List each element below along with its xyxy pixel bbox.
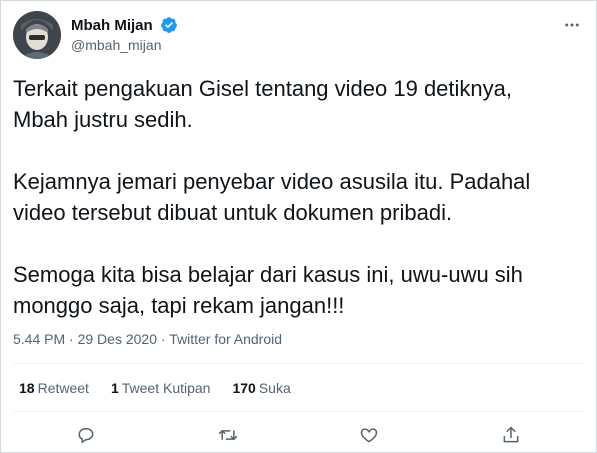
- avatar[interactable]: [13, 11, 61, 59]
- tweet-meta: 5.44 PM · 29 Des 2020 · Twitter for Andr…: [13, 331, 282, 347]
- quote-count: 1: [110, 380, 119, 396]
- quote-stat[interactable]: 1 Tweet Kutipan: [111, 380, 211, 396]
- retweet-count: 18: [19, 380, 35, 396]
- tweet-card: Mbah Mijan @mbah_mijan Terkait pengakuan…: [0, 0, 597, 453]
- meta-separator: ·: [69, 331, 74, 347]
- retweet-icon[interactable]: [214, 421, 242, 449]
- like-icon[interactable]: [355, 421, 383, 449]
- reply-icon[interactable]: [72, 421, 100, 449]
- action-bar: [1, 421, 596, 449]
- meta-separator: ·: [160, 331, 166, 347]
- divider: [13, 363, 584, 364]
- tweet-stats: 18 Retweet 1 Tweet Kutipan 170 Suka: [19, 380, 291, 396]
- tweet-timestamp[interactable]: 5.44 PM · 29 Des 2020: [13, 331, 157, 347]
- retweet-label: Retweet: [37, 380, 89, 396]
- like-count: 170: [232, 380, 256, 396]
- author-handle[interactable]: @mbah_mijan: [71, 37, 178, 53]
- like-stat[interactable]: 170 Suka: [232, 380, 290, 396]
- tweet-source[interactable]: Twitter for Android: [169, 331, 282, 347]
- more-options-icon[interactable]: [560, 13, 584, 37]
- tweet-header: Mbah Mijan @mbah_mijan: [13, 11, 584, 61]
- retweet-stat[interactable]: 18 Retweet: [19, 380, 89, 396]
- share-icon[interactable]: [497, 421, 525, 449]
- like-label: Suka: [258, 380, 291, 396]
- verified-badge-icon: [161, 17, 177, 33]
- tweet-text: Terkait pengakuan Gisel tentang video 19…: [13, 76, 531, 318]
- tweet-date: 29 Des 2020: [77, 331, 157, 347]
- tweet-time: 5.44 PM: [13, 331, 66, 347]
- quote-label: Tweet Kutipan: [121, 380, 211, 396]
- avatar-image: [13, 11, 61, 59]
- divider: [13, 411, 584, 412]
- author-display-name[interactable]: Mbah Mijan: [71, 17, 153, 34]
- author-names: Mbah Mijan @mbah_mijan: [71, 16, 178, 53]
